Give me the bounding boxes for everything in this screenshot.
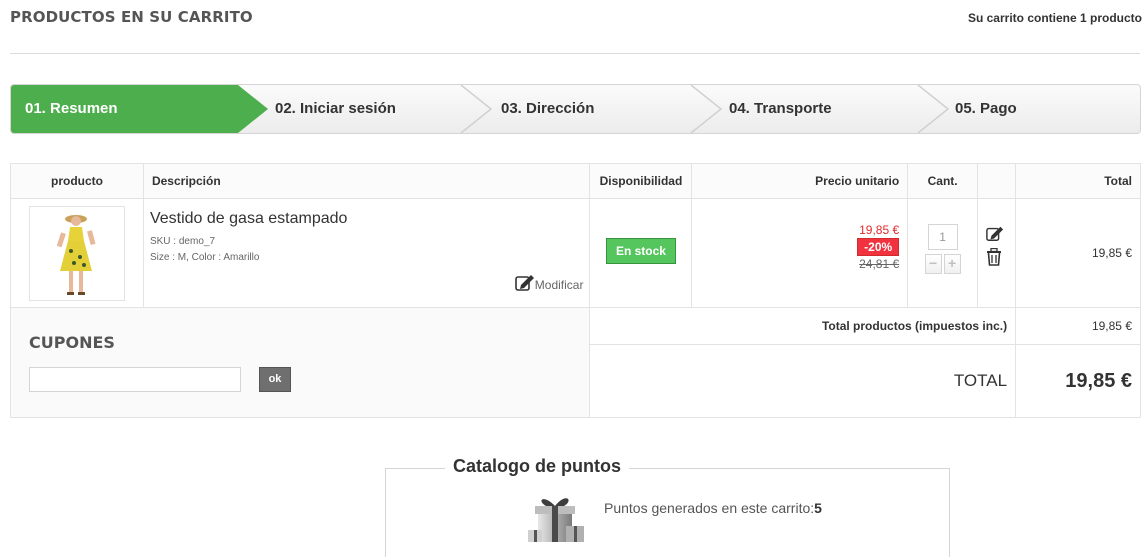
gift-icon [528, 498, 584, 542]
checkout-steps: 01. Resumen 02. Iniciar sesión 03. Direc… [10, 84, 1141, 134]
subtotal-row: CUPONES ok Total productos (impuestos in… [9, 307, 1141, 418]
page-title: PRODUCTOS EN SU CARRITO [10, 8, 253, 26]
step-separator [460, 85, 493, 133]
step-shipping[interactable]: 04. Transporte [729, 85, 832, 133]
step-separator [690, 85, 723, 133]
modify-link[interactable]: Modificar [514, 274, 584, 292]
grand-total-value: 19,85 € [1015, 344, 1141, 418]
points-value: 5 [814, 500, 822, 516]
price-old: 24,81 € [859, 257, 900, 271]
quantity-cell: 1 − + [907, 198, 979, 308]
product-image-cell [10, 198, 144, 308]
unit-price-cell: 19,85 € -20% 24,81 € [691, 198, 909, 308]
line-total-cell: 19,85 € [1015, 198, 1141, 308]
coupon-input[interactable] [29, 367, 241, 392]
actions-cell [977, 198, 1017, 308]
header-product: producto [10, 163, 144, 199]
header-description: Descripción [142, 163, 591, 199]
header-total: Total [1015, 163, 1141, 199]
dress-model-image [56, 215, 96, 295]
points-catalog-title: Catalogo de puntos [445, 456, 629, 477]
quantity-input[interactable]: 1 [927, 224, 958, 250]
step-address[interactable]: 03. Dirección [501, 85, 594, 133]
step-login[interactable]: 02. Iniciar sesión [275, 85, 396, 133]
subtotal-value: 19,85 € [1015, 307, 1141, 345]
coupon-section: CUPONES ok [9, 307, 591, 418]
product-name-link[interactable]: Vestido de gasa estampado [150, 210, 590, 228]
step-payment[interactable]: 05. Pago [955, 85, 1017, 133]
header-qty: Cant. [907, 163, 979, 199]
heading-divider [10, 53, 1140, 54]
stock-badge: En stock [605, 238, 676, 264]
availability-cell: En stock [589, 198, 693, 308]
subtotal-label: Total productos (impuestos inc.) [589, 307, 1017, 345]
table-row: Vestido de gasa estampado SKU : demo_7 S… [10, 198, 1141, 308]
table-header-row: producto Descripción Disponibilidad Prec… [10, 163, 1141, 199]
line-total: 19,85 € [1091, 246, 1132, 260]
price-reduction-badge: -20% [857, 238, 900, 256]
price-current: 19,85 € [859, 223, 900, 237]
product-attributes: Size : M, Color : Amarillo [149, 252, 260, 263]
step-separator [917, 85, 950, 133]
points-text: Puntos generados en este carrito:5 [604, 500, 822, 516]
coupon-title: CUPONES [29, 333, 115, 352]
trash-icon[interactable] [986, 248, 1002, 266]
step-summary[interactable]: 01. Resumen [25, 85, 118, 133]
edit-icon [514, 275, 534, 291]
quantity-increase-button[interactable]: + [943, 254, 961, 274]
cart-table: producto Descripción Disponibilidad Prec… [9, 163, 1141, 418]
product-description-cell: Vestido de gasa estampado SKU : demo_7 S… [142, 198, 591, 308]
product-sku: SKU : demo_7 [149, 236, 216, 247]
modify-label: Modificar [534, 278, 584, 292]
grand-total-label: TOTAL [589, 344, 1017, 418]
quantity-decrease-button[interactable]: − [924, 254, 942, 274]
header-unit-price: Precio unitario [691, 163, 909, 199]
cart-summary: Su carrito contiene 1 producto [967, 11, 1142, 25]
header-availability: Disponibilidad [589, 163, 693, 199]
points-label: Puntos generados en este carrito: [604, 500, 815, 516]
header-actions [977, 163, 1017, 199]
coupon-submit-button[interactable]: ok [259, 367, 291, 392]
edit-icon[interactable] [986, 225, 1004, 242]
product-thumbnail[interactable] [29, 206, 125, 301]
